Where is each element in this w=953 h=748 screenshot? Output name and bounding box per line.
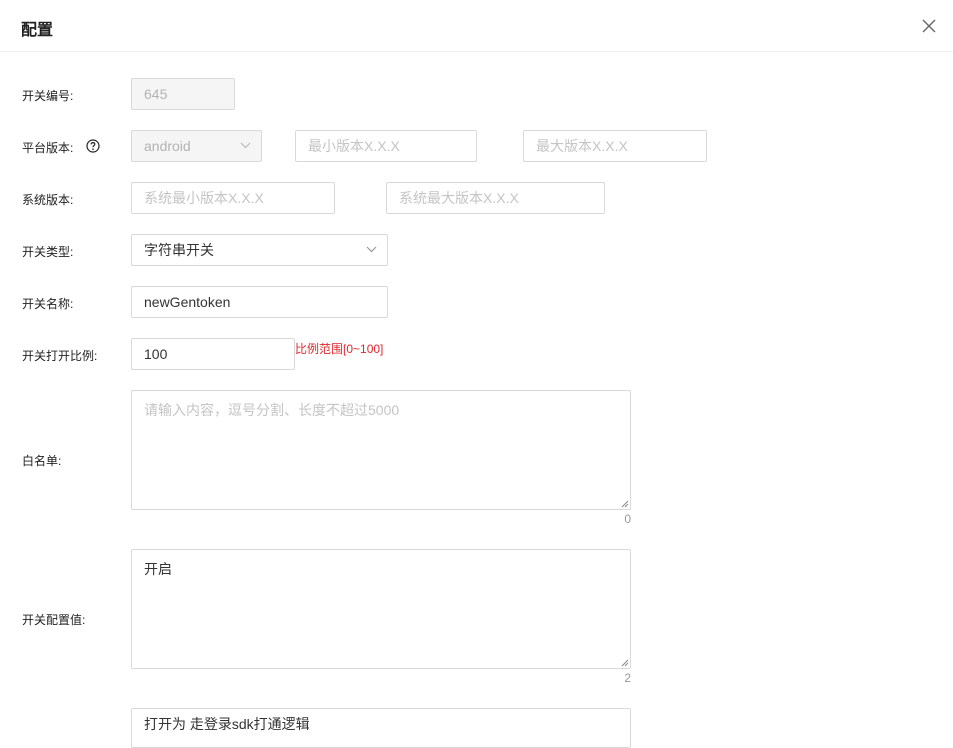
switch-name-input[interactable]: newGentoken (131, 286, 388, 318)
resize-handle-icon[interactable] (621, 500, 629, 508)
switch-id-input: 645 (131, 78, 235, 110)
system-min-version-input[interactable]: 系统最小版本X.X.X (131, 182, 335, 214)
config-value-textarea[interactable]: 开启 (131, 549, 631, 669)
ratio-value: 100 (144, 346, 168, 362)
chevron-down-icon (366, 246, 377, 253)
whitelist-placeholder: 请输入内容，逗号分割、长度不超过5000 (144, 402, 400, 418)
platform-version-label: 平台版本: (22, 141, 74, 155)
platform-max-version-input[interactable]: 最大版本X.X.X (523, 130, 707, 162)
platform-select-value: android (144, 138, 191, 154)
whitelist-char-count: 0 (624, 512, 631, 526)
system-min-placeholder: 系统最小版本X.X.X (144, 190, 264, 206)
platform-min-placeholder: 最小版本X.X.X (308, 138, 400, 154)
platform-select: android (131, 130, 262, 162)
description-textarea[interactable]: 打开为 走登录sdk打通逻辑 (131, 708, 631, 748)
system-max-placeholder: 系统最大版本X.X.X (399, 190, 519, 206)
config-value-label: 开关配置值: (22, 613, 86, 627)
help-icon[interactable] (86, 139, 100, 153)
resize-handle-icon[interactable] (621, 659, 629, 667)
switch-id-label: 开关编号: (22, 89, 74, 103)
switch-type-value: 字符串开关 (144, 242, 214, 258)
dialog-title: 配置 (21, 22, 54, 39)
switch-id-value: 645 (144, 86, 168, 102)
switch-type-label: 开关类型: (22, 245, 74, 259)
whitelist-label: 白名单: (22, 454, 62, 468)
close-icon[interactable] (920, 17, 938, 35)
system-max-version-input[interactable]: 系统最大版本X.X.X (386, 182, 605, 214)
switch-name-value: newGentoken (144, 294, 231, 310)
config-value-char-count: 2 (624, 671, 631, 685)
ratio-range-hint: 比例范围[0~100] (295, 342, 384, 356)
chevron-down-icon (240, 142, 251, 149)
system-version-label: 系统版本: (22, 193, 74, 207)
config-value-text: 开启 (144, 561, 172, 577)
switch-type-select[interactable]: 字符串开关 (131, 234, 388, 266)
ratio-label: 开关打开比例: (22, 349, 98, 363)
platform-min-version-input[interactable]: 最小版本X.X.X (295, 130, 477, 162)
switch-name-label: 开关名称: (22, 297, 74, 311)
platform-max-placeholder: 最大版本X.X.X (536, 138, 628, 154)
dialog-header: 配置 (0, 0, 953, 52)
ratio-input[interactable]: 100 (131, 338, 295, 370)
whitelist-textarea[interactable]: 请输入内容，逗号分割、长度不超过5000 (131, 390, 631, 510)
